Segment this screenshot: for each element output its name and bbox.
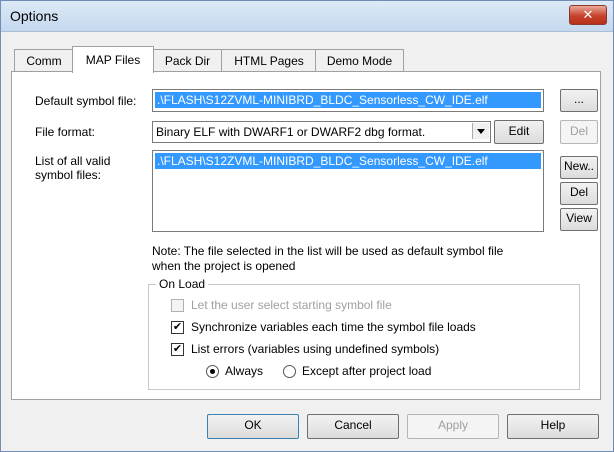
check-icon: ✔ — [172, 343, 183, 355]
tab-map-files[interactable]: MAP Files — [72, 46, 154, 73]
on-load-group: On Load Let the user select starting sym… — [148, 277, 580, 390]
always-radio[interactable] — [206, 365, 219, 378]
dropdown-arrow-button[interactable] — [472, 123, 489, 139]
ok-button[interactable]: OK — [207, 414, 299, 439]
browse-button[interactable]: ... — [560, 89, 598, 112]
always-label: Always — [225, 364, 264, 378]
tab-html-pages-label: HTML Pages — [234, 54, 304, 68]
close-button[interactable]: ✕ — [569, 5, 607, 25]
cancel-button-label: Cancel — [334, 418, 372, 432]
on-load-title: On Load — [156, 277, 209, 291]
tab-html-pages[interactable]: HTML Pages — [221, 49, 317, 72]
apply-button[interactable]: Apply — [407, 414, 499, 439]
let-user-select-label: Let the user select starting symbol file — [191, 298, 392, 312]
new-button[interactable]: New.. — [560, 156, 598, 179]
file-format-label: File format: — [35, 125, 96, 139]
default-symbol-label: Default symbol file: — [35, 94, 137, 108]
check-icon: ✔ — [172, 321, 183, 333]
window-title: Options — [10, 8, 59, 24]
edit-button-label: Edit — [508, 124, 530, 138]
let-user-select-checkbox[interactable] — [171, 299, 184, 312]
edit-button[interactable]: Edit — [494, 120, 544, 144]
ok-button-label: OK — [244, 418, 262, 432]
default-symbol-field[interactable]: .\FLASH\S12ZVML-MINIBRD_BLDC_Sensorless_… — [152, 89, 544, 112]
tab-demo-mode-label: Demo Mode — [326, 54, 393, 68]
file-format-value: Binary ELF with DWARF1 or DWARF2 dbg for… — [156, 125, 426, 139]
symbol-list-label-2: symbol files: — [35, 168, 102, 182]
list-item[interactable]: .\FLASH\S12ZVML-MINIBRD_BLDC_Sensorless_… — [155, 153, 541, 169]
del-format-button[interactable]: Del — [560, 120, 598, 144]
chevron-down-icon — [477, 129, 485, 134]
tab-comm[interactable]: Comm — [14, 49, 74, 72]
symbol-files-list[interactable]: .\FLASH\S12ZVML-MINIBRD_BLDC_Sensorless_… — [152, 150, 544, 232]
del-list-button-label: Del — [569, 185, 588, 199]
browse-button-label: ... — [573, 92, 584, 106]
help-button[interactable]: Help — [507, 414, 599, 439]
options-dialog: Options ✕ Comm MAP Files Pack Dir HTML P… — [0, 0, 614, 452]
symbol-list-label-1: List of all valid — [35, 154, 111, 168]
apply-button-label: Apply — [437, 418, 469, 432]
tab-map-files-label: MAP Files — [85, 53, 141, 67]
list-errors-checkbox[interactable]: ✔ — [171, 343, 184, 356]
tab-pack-dir-label: Pack Dir — [164, 54, 211, 68]
synchronize-checkbox[interactable]: ✔ — [171, 321, 184, 334]
close-icon: ✕ — [582, 7, 594, 22]
default-symbol-value: .\FLASH\S12ZVML-MINIBRD_BLDC_Sensorless_… — [155, 92, 541, 108]
radio-dot-icon — [210, 369, 215, 374]
view-button[interactable]: View — [560, 208, 598, 231]
except-label: Except after project load — [302, 364, 432, 378]
synchronize-label: Synchronize variables each time the symb… — [191, 320, 476, 334]
list-errors-label: List errors (variables using undefined s… — [191, 342, 440, 356]
title-bar[interactable]: Options ✕ — [1, 1, 613, 32]
view-button-label: View — [566, 211, 592, 225]
note-line-2: when the project is opened — [152, 259, 296, 273]
new-button-label: New.. — [563, 159, 594, 173]
help-button-label: Help — [540, 418, 566, 432]
note-line-1: Note: The file selected in the list will… — [152, 244, 504, 258]
del-format-button-label: Del — [569, 124, 588, 138]
cancel-button[interactable]: Cancel — [307, 414, 399, 439]
file-format-select[interactable]: Binary ELF with DWARF1 or DWARF2 dbg for… — [152, 121, 491, 143]
tab-demo-mode[interactable]: Demo Mode — [315, 49, 404, 72]
except-radio[interactable] — [283, 365, 296, 378]
tab-pack-dir[interactable]: Pack Dir — [152, 49, 223, 72]
map-files-panel: Default symbol file: .\FLASH\S12ZVML-MIN… — [11, 71, 601, 400]
del-list-button[interactable]: Del — [560, 182, 598, 205]
tab-comm-label: Comm — [26, 54, 62, 68]
